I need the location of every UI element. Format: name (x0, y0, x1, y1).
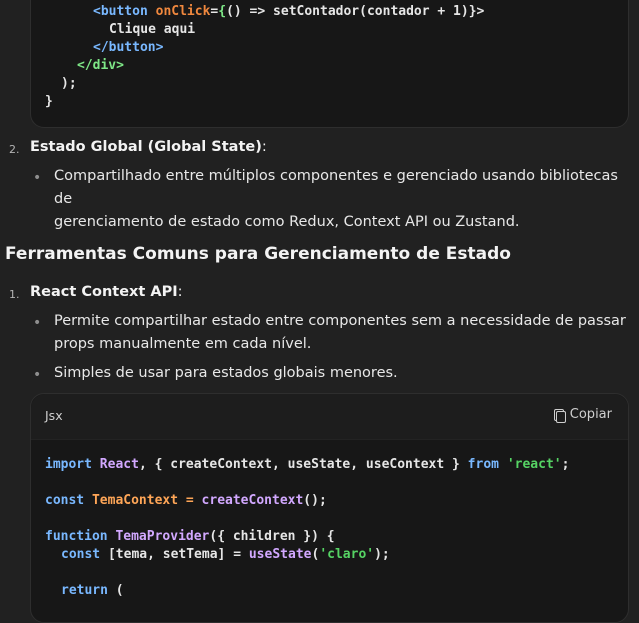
code-line: const [tema, setTema] = useState('claro'… (61, 547, 390, 562)
bullet-text: Simples de usar para estados globais men… (54, 365, 398, 381)
code-line: Clique aqui (109, 22, 196, 37)
bullet-text: Compartilhado entre múltiplos componente… (54, 168, 618, 230)
list-item-title: React Context API: (30, 284, 183, 300)
code-line: const TemaContext = createContext(); (45, 493, 327, 508)
code-block-top: <button onClick={() => setContador(conta… (30, 0, 629, 128)
code-line: ); (61, 76, 77, 91)
code-line: </button> (93, 40, 164, 55)
code-line: function TemaProvider({ children }) { (45, 529, 335, 544)
code-block: Jsx Copiar import React, { createContext… (30, 393, 629, 623)
code-line: return ( (61, 583, 124, 598)
bullet-dot: • (33, 367, 42, 383)
copy-icon (553, 408, 566, 423)
bullet-dot: • (33, 315, 42, 331)
code-language-label: Jsx (45, 408, 63, 423)
bullet-text: Permite compartilhar estado entre compon… (54, 313, 626, 352)
list-number: 2. (9, 143, 20, 156)
copy-button[interactable]: Copiar (553, 407, 612, 423)
section-heading: Ferramentas Comuns para Gerenciamento de… (5, 244, 511, 264)
list-number: 1. (9, 288, 20, 301)
list-item-title: Estado Global (Global State): (30, 139, 267, 155)
code-block-header: Jsx Copiar (31, 394, 628, 440)
code-line: } (45, 94, 53, 109)
code-line: import React, { createContext, useState,… (45, 457, 570, 472)
code-line: </div> (77, 58, 124, 73)
copy-button-label: Copiar (569, 407, 612, 422)
bullet-dot: • (33, 170, 42, 186)
code-line: <button onClick={() => setContador(conta… (93, 4, 485, 19)
